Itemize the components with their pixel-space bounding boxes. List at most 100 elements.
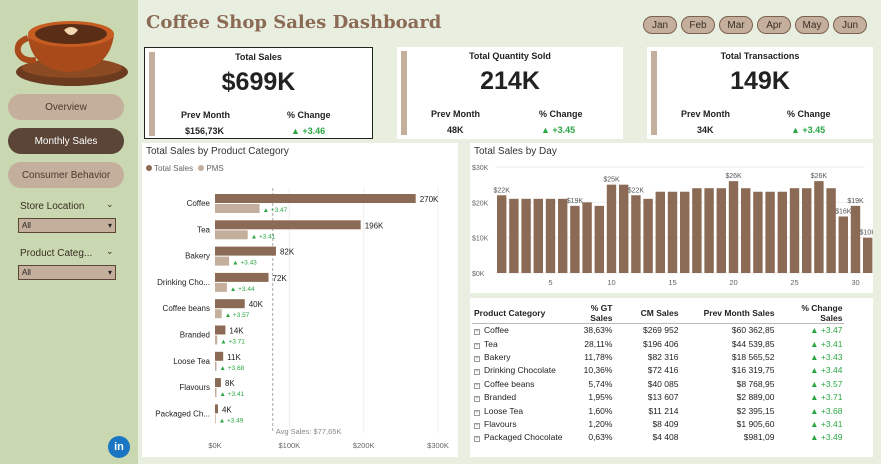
bar-pms <box>215 282 227 292</box>
product-category-select[interactable]: All ▾ <box>18 265 116 280</box>
month-button-jan[interactable]: Jan <box>643 16 677 34</box>
nav-overview-button[interactable]: Overview <box>8 94 124 120</box>
bar-pms <box>215 230 248 240</box>
change-cell: ▲ +3.57 <box>810 378 843 389</box>
change-cell: ▲ +3.47 <box>810 325 843 336</box>
expand-icon[interactable]: + <box>474 369 480 376</box>
y-tick-label: $0K <box>472 271 485 278</box>
bar-total-sales <box>215 325 226 335</box>
data-label: $19K <box>847 198 864 205</box>
store-location-value: All <box>22 221 31 230</box>
col-header-gt-sales[interactable]: % GT Sales <box>564 303 623 324</box>
day-bar <box>802 188 812 273</box>
table-row[interactable]: + Branded 1,95% $13 607 $2 889,00 ▲ +3.71 <box>472 390 844 403</box>
day-bar <box>850 205 861 273</box>
month-button-feb[interactable]: Feb <box>681 16 715 34</box>
month-button-may[interactable]: May <box>795 16 829 34</box>
linkedin-icon[interactable]: in <box>108 436 130 458</box>
bar-pms <box>215 204 260 213</box>
day-bar <box>728 181 739 273</box>
prev-month-cell: $16 319,75 <box>731 365 775 376</box>
table-row[interactable]: + Coffee beans 5,74% $40 085 $8 768,95 ▲ +3.5… <box>472 377 844 390</box>
x-tick-label: 30 <box>851 278 859 287</box>
category-cell: + Drinking Chocolate <box>472 364 564 377</box>
table-row[interactable]: + Drinking Chocolate 10,36% $72 416 $16 319,… <box>472 364 844 377</box>
average-label: Avg Sales: $77,65K <box>276 427 342 436</box>
month-button-jun[interactable]: Jun <box>833 16 867 34</box>
cm-sales-cell: $40 085 <box>647 378 679 389</box>
value-label: 11K <box>227 353 241 362</box>
product-category-table: Product Category % GT Sales CM Sales Pre… <box>472 303 845 444</box>
category-label: Bakery <box>484 351 511 362</box>
expand-icon[interactable]: + <box>474 396 480 403</box>
change-label: ▲ +3.41 <box>219 391 244 398</box>
expand-icon[interactable]: + <box>474 342 480 349</box>
category-cell: + Flavours <box>472 417 564 430</box>
table-row[interactable]: + Tea 28,11% $196 406 $44 539,85 ▲ +3.41 <box>472 337 844 350</box>
cm-sales-cell: $72 416 <box>647 365 679 376</box>
table-row[interactable]: + Flavours 1,20% $8 409 $1 905,60 ▲ +3.41 <box>472 417 844 430</box>
col-header-category[interactable]: Product Category <box>472 303 565 324</box>
value-label: 4K <box>222 405 232 414</box>
nav-consumer-behavior-button[interactable]: Consumer Behavior <box>8 162 124 188</box>
value-label: 82K <box>280 248 295 257</box>
value-label: 8K <box>225 379 235 388</box>
day-bar <box>533 198 543 273</box>
kpi-prev-label: Prev Month <box>181 110 231 120</box>
kpi-title: Total Sales <box>235 52 282 62</box>
category-cell: + Bakery <box>472 350 564 363</box>
product-category-label: Product Categ... <box>20 248 93 259</box>
prev-month-cell: $44 539,85 <box>731 338 775 349</box>
gt-sales-cell: 11,78% <box>584 351 613 362</box>
category-cell: + Coffee beans <box>472 377 564 390</box>
day-bar <box>838 216 848 273</box>
table-row[interactable]: + Bakery 11,78% $82 316 $18 565,52 ▲ +3.43 <box>472 350 844 363</box>
category-label: Tea <box>197 225 210 234</box>
chevron-down-icon[interactable]: ⌄ <box>106 246 114 257</box>
expand-icon[interactable]: + <box>474 409 480 416</box>
col-header-prev-month[interactable]: Prev Month Sales <box>680 303 777 324</box>
nav-monthly-sales-button[interactable]: Monthly Sales <box>8 128 124 154</box>
table-row[interactable]: + Coffee 38,63% $269 952 $60 362,85 ▲ +3.47 <box>472 324 844 337</box>
category-label: Flavours <box>484 418 517 429</box>
expand-icon[interactable]: + <box>474 355 480 362</box>
kpi-change-label: % Change <box>787 109 831 119</box>
category-label: Loose Tea <box>173 357 210 366</box>
day-bar <box>558 198 568 273</box>
expand-icon[interactable]: + <box>474 329 480 336</box>
kpi-change-value: ▲ +3.45 <box>541 125 576 135</box>
expand-icon[interactable]: + <box>474 382 480 389</box>
value-label: 72K <box>273 274 288 283</box>
value-label: 14K <box>229 327 244 336</box>
expand-icon[interactable]: + <box>474 436 480 443</box>
bar-total-sales <box>215 272 269 282</box>
data-label: $22K <box>628 187 645 194</box>
col-header-cm-sales[interactable]: CM Sales <box>622 303 681 324</box>
store-location-select[interactable]: All ▾ <box>18 218 116 233</box>
day-bar <box>521 198 531 273</box>
table-row[interactable]: + Loose Tea 1,60% $11 214 $2 395,15 ▲ +3.68 <box>472 404 844 417</box>
category-cell: + Packaged Chocolate <box>472 431 564 444</box>
month-button-mar[interactable]: Mar <box>719 16 753 34</box>
kpi-change-label: % Change <box>539 109 583 119</box>
day-bar <box>716 188 726 273</box>
prev-month-cell: $2 889,00 <box>736 392 775 403</box>
cm-sales-cell: $82 316 <box>647 351 679 362</box>
expand-icon[interactable]: + <box>474 422 480 429</box>
change-label: ▲ +3.71 <box>220 339 245 346</box>
bar-pms <box>215 361 217 371</box>
col-header-change[interactable]: % Change Sales <box>776 303 845 324</box>
month-button-apr[interactable]: Apr <box>757 16 791 34</box>
coffee-cup-logo <box>14 21 128 86</box>
table-row[interactable]: + Packaged Chocolate 0,63% $4 408 $981,09 ▲ +… <box>472 431 844 444</box>
category-label: Tea <box>484 338 498 349</box>
x-tick-label: 25 <box>790 278 798 287</box>
category-label: Coffee <box>484 325 509 336</box>
category-label: Loose Tea <box>484 405 524 416</box>
day-bar <box>570 205 580 273</box>
chevron-down-icon[interactable]: ⌄ <box>106 199 114 210</box>
category-label: Coffee beans <box>163 304 210 313</box>
day-bar <box>497 195 507 273</box>
x-tick-label: 15 <box>668 278 676 287</box>
category-label: Branded <box>484 392 517 403</box>
